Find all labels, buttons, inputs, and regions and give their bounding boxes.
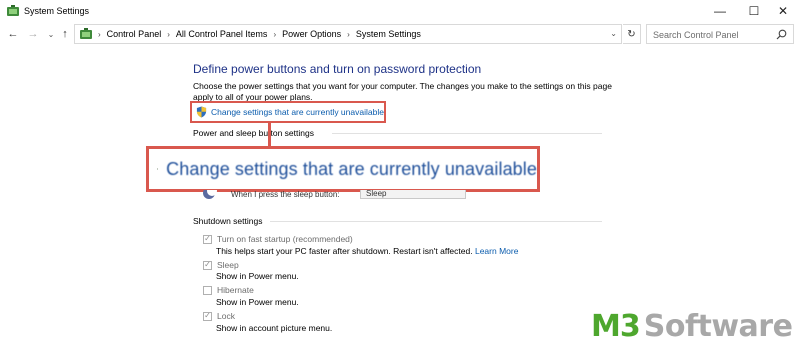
minimize-button[interactable]: — — [703, 0, 737, 22]
search-input[interactable]: Search Control Panel — [646, 24, 794, 44]
lock-description: Show in account picture menu. — [216, 323, 333, 333]
watermark-logo: M3 Software — [591, 308, 793, 340]
lock-checkbox[interactable]: ✓ — [203, 311, 212, 321]
page-description: Choose the power settings that you want … — [193, 81, 612, 102]
arrow-left-icon: ← — [7, 28, 19, 40]
address-toolbar: ← → ⌄ ↑ › Control Panel › All Control Pa… — [0, 22, 800, 46]
watermark-brand-a: M3 — [591, 308, 641, 340]
sleep-moon-icon — [203, 190, 217, 199]
breadcrumb-separator-icon: › — [167, 29, 170, 39]
fast-startup-description: This helps start your PC faster after sh… — [216, 246, 518, 256]
forward-button[interactable]: → — [26, 26, 40, 42]
hibernate-option[interactable]: Hibernate — [203, 284, 254, 296]
refresh-icon: ↻ — [627, 28, 636, 40]
recent-locations-button[interactable]: ⌄ — [44, 26, 58, 42]
arrow-up-icon: ↑ — [62, 28, 68, 40]
control-panel-icon — [80, 28, 92, 39]
sleep-button-setting: When I press the sleep button: Sleep — [200, 190, 470, 202]
window-title: System Settings — [24, 6, 90, 16]
zoomed-callout: Change settings that are currently unava… — [146, 146, 540, 192]
search-icon — [776, 29, 787, 40]
fast-startup-description-text: This helps start your PC faster after sh… — [216, 246, 473, 256]
hibernate-label: Hibernate — [217, 285, 254, 295]
sleep-checkbox[interactable]: ✓ — [203, 260, 212, 270]
sleep-description: Show in Power menu. — [216, 271, 299, 281]
sleep-option[interactable]: ✓ Sleep — [203, 259, 239, 271]
learn-more-link[interactable]: Learn More — [475, 246, 518, 256]
sleep-button-select[interactable]: Sleep — [360, 190, 466, 199]
sleep-button-value: Sleep — [366, 190, 387, 198]
refresh-button[interactable]: ↻ — [623, 24, 641, 44]
uac-shield-icon — [157, 168, 159, 170]
change-settings-link-text[interactable]: Change settings that are currently unava… — [211, 107, 384, 117]
hibernate-checkbox[interactable] — [203, 285, 212, 295]
lock-option[interactable]: ✓ Lock — [203, 310, 235, 322]
breadcrumb-control-panel[interactable]: Control Panel — [107, 29, 162, 39]
minimize-icon: — — [714, 4, 726, 18]
close-icon: ✕ — [777, 4, 789, 18]
back-button[interactable]: ← — [6, 26, 20, 42]
main-content: Define power buttons and turn on passwor… — [0, 46, 800, 340]
address-bar[interactable]: › Control Panel › All Control Panel Item… — [74, 24, 622, 44]
breadcrumb-separator-icon: › — [98, 29, 101, 39]
fast-startup-label: Turn on fast startup (recommended) — [217, 234, 353, 244]
title-bar: System Settings — ☐ ✕ — [0, 0, 800, 22]
watermark-brand-b: Software — [643, 308, 793, 340]
shutdown-settings-heading: Shutdown settings — [193, 216, 263, 226]
callout-text: Change settings that are currently unava… — [166, 158, 537, 179]
callout-connector — [268, 122, 271, 148]
arrow-right-icon: → — [27, 28, 39, 40]
up-button[interactable]: ↑ — [58, 26, 72, 42]
change-settings-link[interactable]: Change settings that are currently unava… — [190, 101, 386, 123]
search-placeholder: Search Control Panel — [653, 30, 739, 40]
uac-shield-icon — [196, 106, 207, 118]
section-divider — [270, 221, 602, 222]
control-panel-app-icon — [7, 5, 19, 16]
close-button[interactable]: ✕ — [766, 0, 800, 22]
lock-label: Lock — [217, 311, 235, 321]
section-divider — [332, 133, 602, 134]
chevron-down-icon: ⌄ — [47, 29, 55, 39]
sleep-button-label: When I press the sleep button: — [231, 190, 340, 199]
breadcrumb-system-settings[interactable]: System Settings — [356, 29, 421, 39]
maximize-icon: ☐ — [748, 4, 760, 18]
fast-startup-option[interactable]: ✓ Turn on fast startup (recommended) — [203, 233, 353, 245]
power-sleep-heading: Power and sleep button settings — [193, 128, 314, 138]
hibernate-description: Show in Power menu. — [216, 297, 299, 307]
breadcrumb-power-options[interactable]: Power Options — [282, 29, 341, 39]
page-title: Define power buttons and turn on passwor… — [193, 62, 482, 76]
breadcrumb-all-items[interactable]: All Control Panel Items — [176, 29, 268, 39]
sleep-label: Sleep — [217, 260, 239, 270]
fast-startup-checkbox[interactable]: ✓ — [203, 234, 212, 244]
breadcrumb-separator-icon: › — [273, 29, 277, 39]
breadcrumb-separator-icon: › — [347, 29, 350, 39]
address-dropdown-icon[interactable]: ⌄ — [610, 29, 617, 38]
